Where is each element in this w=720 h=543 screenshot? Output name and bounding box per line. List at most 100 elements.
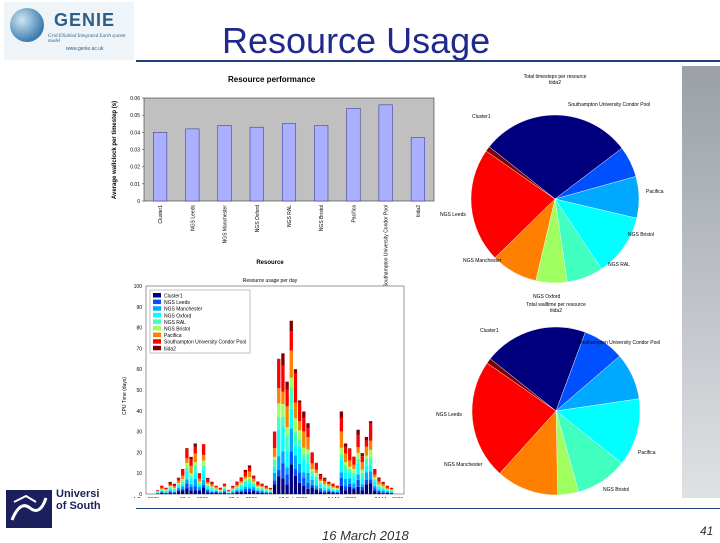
usage-bar-segment: [377, 477, 380, 478]
bar: [153, 132, 167, 201]
usage-bar-segment: [294, 455, 297, 469]
usage-bar-segment: [194, 479, 197, 486]
usage-bar-segment: [377, 491, 380, 493]
usage-bar-segment: [315, 463, 318, 470]
usage-bar-segment: [177, 484, 180, 486]
usage-bar-segment: [373, 477, 376, 479]
usage-bar-segment: [331, 493, 334, 494]
usage-bar-segment: [231, 493, 234, 494]
usage-bar-segment: [290, 321, 293, 332]
usage-bar-segment: [185, 471, 188, 479]
usage-bar-segment: [181, 490, 184, 494]
usage-bar-segment: [277, 456, 280, 470]
usage-bar-segment: [202, 466, 205, 470]
usage-bar-segment: [273, 432, 276, 433]
usage-bar-segment: [302, 486, 305, 494]
usage-bar-segment: [306, 489, 309, 494]
timesteps-pie-slice-label: Cluster1: [472, 114, 491, 120]
usage-bar-segment: [256, 490, 259, 491]
usage-bar-segment: [344, 447, 347, 454]
usage-bar-segment: [356, 453, 359, 459]
bar-category-label: NGS RAL: [287, 205, 293, 227]
usage-bar-segment: [244, 487, 247, 489]
usage-bar-segment: [277, 403, 280, 417]
usage-bar-segment: [198, 473, 201, 478]
usage-bar-segment: [219, 491, 222, 492]
usage-y-tick-label: 30: [136, 430, 142, 436]
usage-bar-segment: [327, 482, 330, 483]
usage-bar-segment: [164, 488, 167, 489]
usage-bar-segment: [202, 455, 205, 461]
usage-bar-segment: [194, 447, 197, 454]
usage-bar-segment: [306, 454, 309, 463]
usage-y-tick-label: 50: [136, 388, 142, 394]
usage-bar-segment: [260, 486, 263, 487]
usage-bar-segment: [352, 457, 355, 465]
timesteps-pie-slice-label: NGS Manchester: [463, 258, 502, 264]
usage-bar-segment: [361, 491, 364, 494]
usage-bar-segment: [386, 491, 389, 492]
usage-bar-segment: [381, 482, 384, 483]
usage-bar-segment: [231, 488, 234, 489]
usage-bar-segment: [219, 490, 222, 491]
usage-y-tick-label: 10: [136, 471, 142, 477]
usage-bar-segment: [369, 421, 372, 423]
usage-bar-segment: [177, 479, 180, 481]
usage-bar-segment: [177, 488, 180, 490]
usage-bar-segment: [365, 459, 368, 466]
usage-bar-segment: [390, 491, 393, 492]
bar: [218, 125, 232, 201]
usage-bar-segment: [231, 491, 234, 492]
usage-bar-segment: [181, 469, 184, 470]
page-number: 41: [700, 524, 713, 538]
usage-bar-segment: [336, 493, 339, 494]
walltime-pie-slice-label: Southampton University Condor Pool: [578, 340, 660, 346]
usage-bar-segment: [356, 435, 359, 447]
usage-bar-segment: [181, 470, 184, 476]
usage-bar-segment: [189, 487, 192, 491]
usage-bar-segment: [294, 469, 297, 476]
genie-logo: GENIE Grid ENabled Integrated Earth syst…: [4, 2, 134, 60]
usage-bar-segment: [327, 491, 330, 492]
usage-bar-segment: [298, 400, 301, 402]
usage-bar-segment: [290, 464, 293, 494]
usage-bar-segment: [160, 490, 163, 491]
usage-bar-segment: [194, 466, 197, 473]
usage-bar-segment: [381, 483, 384, 485]
usage-y-tick-label: 20: [136, 450, 142, 456]
usage-bar-segment: [210, 487, 213, 488]
timesteps-pie-subtitle: tiida2: [549, 80, 561, 86]
usage-bar-segment: [252, 491, 255, 494]
usage-bar-segment: [361, 487, 364, 491]
usage-bar-segment: [244, 483, 247, 487]
usage-bar-segment: [281, 427, 284, 451]
usage-bar-segment: [348, 448, 351, 449]
footer-divider: [136, 508, 720, 509]
usage-bar-segment: [189, 460, 192, 466]
usage-x-tick-label: 12-Feb-2006: [279, 497, 308, 498]
usage-bar-segment: [290, 350, 293, 377]
bar-y-tick-label: 0.01: [130, 182, 140, 188]
usage-bar-segment: [169, 483, 172, 485]
usage-bar-segment: [336, 488, 339, 489]
timesteps-pie-slice-label: Southampton University Condor Pool: [568, 102, 650, 108]
usage-bar-segment: [336, 491, 339, 492]
bar-chart-title: Resource performance: [228, 75, 316, 84]
usage-bar-segment: [260, 491, 263, 492]
usage-bar-segment: [356, 487, 359, 494]
bar-category-label: NGS Oxford: [255, 205, 261, 232]
usage-bar-segment: [214, 492, 217, 493]
usage-bar-segment: [244, 470, 247, 472]
usage-bar-segment: [235, 485, 238, 487]
usage-bar-segment: [331, 491, 334, 492]
usage-bar-segment: [189, 476, 192, 478]
usage-bar-segment: [164, 491, 167, 492]
usage-y-tick-label: 80: [136, 326, 142, 332]
usage-bar-segment: [365, 456, 368, 459]
usage-bar-segment: [273, 480, 276, 484]
usage-bar-segment: [348, 460, 351, 466]
bar: [186, 129, 200, 201]
usage-bar-segment: [189, 473, 192, 476]
usage-bar-segment: [194, 453, 197, 462]
usage-bar-segment: [248, 483, 251, 487]
